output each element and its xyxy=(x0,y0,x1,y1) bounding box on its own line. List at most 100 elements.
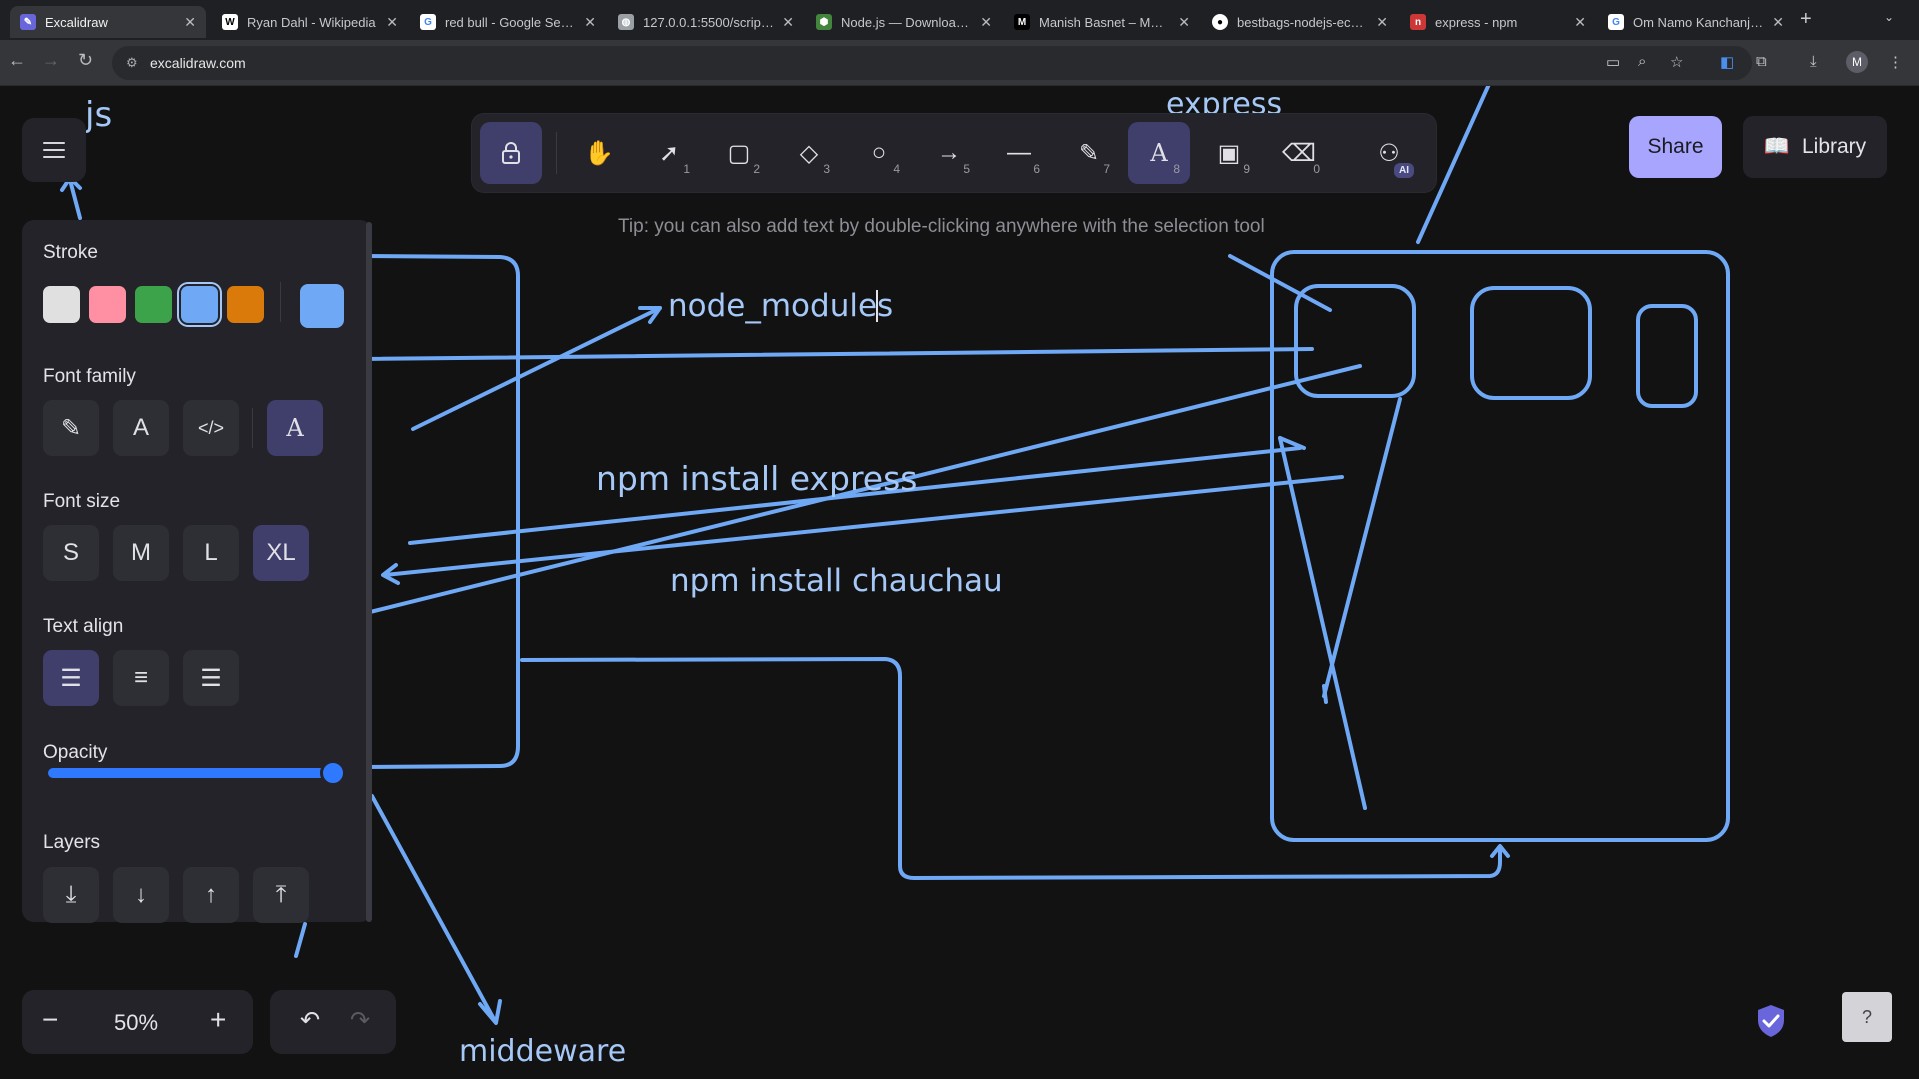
library-button[interactable]: 📖 Library xyxy=(1743,116,1887,178)
redo-icon[interactable]: ↷ xyxy=(350,1006,370,1035)
bookmark-star-icon[interactable]: ☆ xyxy=(1670,53,1683,71)
tool-tip-text: Tip: you can also add text by double-cli… xyxy=(618,216,1265,237)
address-bar-row: ← → ↻ ⚙ excalidraw.com ▭ ⌕ ☆ ◧ ⧉ ⤓ M ⋮ xyxy=(0,40,1919,86)
tab-github[interactable]: ● bestbags-nodejs-ecommerce ✕ xyxy=(1202,6,1398,38)
main-menu-button[interactable] xyxy=(22,118,86,182)
lock-icon xyxy=(502,142,520,164)
image-tool-button[interactable]: ▣ 9 xyxy=(1198,122,1260,184)
js-label-fragment[interactable]: js xyxy=(84,95,112,135)
pencil-icon: ✎ xyxy=(60,414,82,442)
eraser-tool-button[interactable]: ⌫ 0 xyxy=(1268,122,1330,184)
more-tools-button[interactable]: ⚇ AI xyxy=(1358,122,1420,184)
tab-excalidraw[interactable]: ✎ Excalidraw ✕ xyxy=(10,6,206,38)
current-stroke-color-button[interactable] xyxy=(300,284,344,328)
font-separator xyxy=(252,408,253,448)
send-backward-button[interactable]: ↓ xyxy=(113,867,169,923)
url-input[interactable]: ⚙ excalidraw.com xyxy=(112,46,1752,80)
close-icon[interactable]: ✕ xyxy=(980,14,992,31)
line-into-box-1 xyxy=(1228,254,1332,312)
stroke-swatch-green[interactable] xyxy=(135,286,172,323)
extensions-puzzle-icon[interactable]: ⧉ xyxy=(1756,53,1767,70)
close-icon[interactable]: ✕ xyxy=(584,14,596,31)
arrow-down-icon: ↓ xyxy=(135,881,147,908)
font-hand-drawn-button[interactable]: ✎ xyxy=(43,400,99,456)
send-to-back-button[interactable]: ⤓ xyxy=(43,867,99,923)
draw-tool-button[interactable]: ✎ 7 xyxy=(1058,122,1120,184)
align-right-button[interactable]: ☰ xyxy=(183,650,239,706)
tab-medium[interactable]: M Manish Basnet – Medium ✕ xyxy=(1004,6,1200,38)
tab-npm[interactable]: n express - npm ✕ xyxy=(1400,6,1596,38)
npm-install-express-label[interactable]: npm install express xyxy=(596,459,918,498)
stroke-title: Stroke xyxy=(43,242,98,263)
zoom-level[interactable]: 50% xyxy=(114,1010,158,1036)
align-center-button[interactable]: ≡ xyxy=(113,650,169,706)
shield-check-icon[interactable] xyxy=(1756,1004,1786,1038)
tab-nodejs[interactable]: ⬢ Node.js — Download Node.js ✕ xyxy=(806,6,1002,38)
font-code-button[interactable]: </> xyxy=(183,400,239,456)
tab-localhost[interactable]: ◍ 127.0.0.1:5500/script.js ✕ xyxy=(608,6,804,38)
stroke-swatch-pink[interactable] xyxy=(89,286,126,323)
line-tool-button[interactable]: —6 xyxy=(988,122,1050,184)
stroke-swatch-white[interactable] xyxy=(43,286,80,323)
arrow-tool-button[interactable]: → 5 xyxy=(918,122,980,184)
stroke-swatch-orange[interactable] xyxy=(227,286,264,323)
image-icon: ▣ xyxy=(1217,139,1241,167)
extension-icon[interactable]: ◧ xyxy=(1720,53,1734,71)
help-icon: ? xyxy=(1861,1006,1872,1027)
cast-icon[interactable]: ▭ xyxy=(1606,53,1620,71)
zoom-out-button[interactable]: − xyxy=(42,1004,58,1036)
opacity-slider-thumb[interactable] xyxy=(320,760,346,786)
align-left-icon: ☰ xyxy=(60,664,82,692)
close-icon[interactable]: ✕ xyxy=(184,14,196,31)
undo-icon[interactable]: ↶ xyxy=(300,1006,320,1035)
font-size-l-button[interactable]: L xyxy=(183,525,239,581)
new-tab-button[interactable]: + xyxy=(1800,8,1812,31)
lock-tool-button[interactable] xyxy=(480,122,542,184)
node-modules-label[interactable]: node_modules xyxy=(668,288,893,324)
excalidraw-canvas[interactable]: node_modules npm install express npm ins… xyxy=(0,86,1919,1079)
middleware-label[interactable]: middeware xyxy=(459,1034,626,1069)
reload-icon[interactable]: ↻ xyxy=(78,50,93,71)
library-label: Library xyxy=(1801,135,1867,158)
ellipse-tool-button[interactable]: ○ 4 xyxy=(848,122,910,184)
npm-install-chauchau-label[interactable]: npm install chauchau xyxy=(670,563,1003,599)
font-normal-button[interactable]: A xyxy=(113,400,169,456)
close-icon[interactable]: ✕ xyxy=(782,14,794,31)
close-icon[interactable]: ✕ xyxy=(1178,14,1190,31)
font-excalifont-button[interactable]: A xyxy=(267,400,323,456)
help-button[interactable]: ? xyxy=(1842,992,1892,1042)
text-tool-button[interactable]: A8 xyxy=(1128,122,1190,184)
font-size-s-button[interactable]: S xyxy=(43,525,99,581)
font-size-xl-button[interactable]: XL xyxy=(253,525,309,581)
close-icon[interactable]: ✕ xyxy=(1376,14,1388,31)
tab-search-chevron-icon[interactable]: ⌄ xyxy=(1884,10,1894,24)
align-left-button[interactable]: ☰ xyxy=(43,650,99,706)
bring-to-front-button[interactable]: ⤒ xyxy=(253,867,309,923)
site-info-icon[interactable]: ⚙ xyxy=(126,55,138,71)
npm-icon: n xyxy=(1410,14,1426,30)
forward-arrow-icon[interactable]: → xyxy=(42,50,60,71)
close-icon[interactable]: ✕ xyxy=(1772,14,1784,31)
stroke-swatch-blue[interactable] xyxy=(181,286,218,323)
share-button[interactable]: Share xyxy=(1629,116,1722,178)
tab-google-search[interactable]: G red bull - Google Search ✕ xyxy=(410,6,606,38)
tab-wikipedia[interactable]: W Ryan Dahl - Wikipedia ✕ xyxy=(212,6,408,38)
diamond-tool-button[interactable]: ◇ 3 xyxy=(778,122,840,184)
align-right-icon: ☰ xyxy=(200,664,222,692)
back-arrow-icon[interactable]: ← xyxy=(8,50,26,71)
rectangle-tool-button[interactable]: ▢ 2 xyxy=(708,122,770,184)
opacity-slider-track[interactable] xyxy=(48,768,338,778)
selection-tool-button[interactable]: ➚ 1 xyxy=(638,122,700,184)
hand-tool-button[interactable]: ✋ xyxy=(568,122,630,184)
close-icon[interactable]: ✕ xyxy=(1574,14,1586,31)
zoom-in-button[interactable]: + xyxy=(210,1004,226,1036)
zoom-icon[interactable]: ⌕ xyxy=(1638,53,1646,70)
bring-forward-button[interactable]: ↑ xyxy=(183,867,239,923)
font-size-m-button[interactable]: M xyxy=(113,525,169,581)
download-icon[interactable]: ⤓ xyxy=(1810,53,1817,70)
panel-scrollbar[interactable] xyxy=(366,222,372,922)
kebab-menu-icon[interactable]: ⋮ xyxy=(1888,53,1903,71)
avatar[interactable]: M xyxy=(1846,51,1868,73)
tab-om-namo[interactable]: G Om Namo Kanchanjunga ✕ xyxy=(1598,6,1794,38)
close-icon[interactable]: ✕ xyxy=(386,14,398,31)
